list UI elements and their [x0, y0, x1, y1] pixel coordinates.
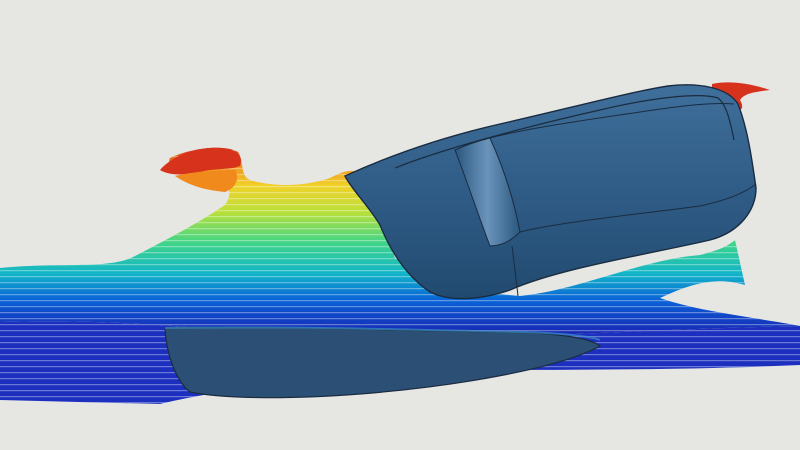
cfd-render [0, 0, 800, 450]
hull-underwater [164, 326, 602, 399]
